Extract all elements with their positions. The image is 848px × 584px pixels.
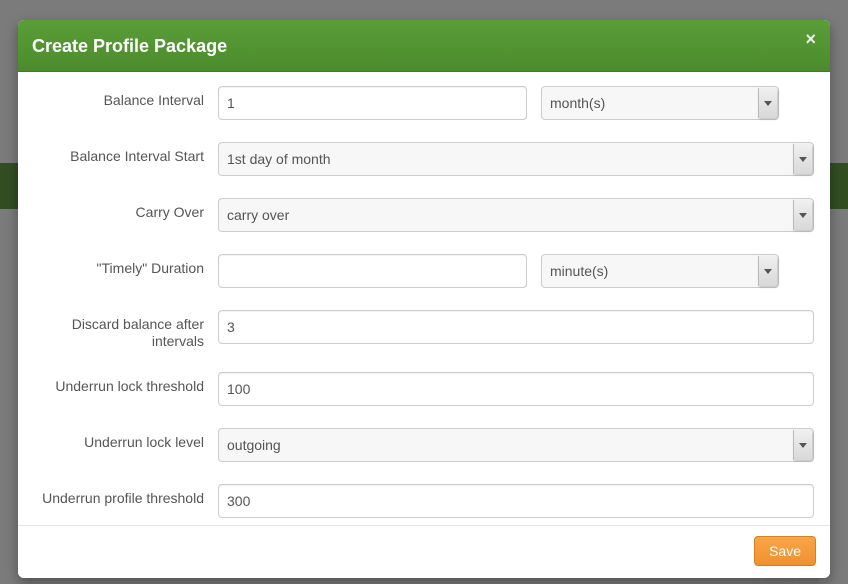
chevron-down-icon xyxy=(764,101,772,106)
timely-duration-input[interactable] xyxy=(218,254,527,288)
balance-interval-unit-select[interactable]: month(s) xyxy=(541,86,779,120)
modal-title: Create Profile Package xyxy=(32,36,812,57)
label-underrun-lock-level: Underrun lock level xyxy=(34,428,218,451)
modal-body[interactable]: Balance Interval month(s) Balance Interv… xyxy=(18,72,830,525)
close-icon[interactable]: × xyxy=(805,30,816,48)
carry-over-value: carry over xyxy=(227,207,289,223)
modal-footer: Save xyxy=(18,525,830,578)
balance-interval-start-select[interactable]: 1st day of month xyxy=(218,142,814,176)
balance-interval-start-value: 1st day of month xyxy=(227,151,331,167)
chevron-down-icon xyxy=(799,213,807,218)
row-balance-interval-start: Balance Interval Start 1st day of month xyxy=(34,142,814,176)
chevron-down-icon xyxy=(799,157,807,162)
create-profile-package-modal: Create Profile Package × Balance Interva… xyxy=(18,20,830,578)
row-underrun-lock-level: Underrun lock level outgoing xyxy=(34,428,814,462)
label-discard-after: Discard balance after intervals xyxy=(34,310,218,350)
label-balance-interval: Balance Interval xyxy=(34,86,218,109)
row-balance-interval: Balance Interval month(s) xyxy=(34,86,814,120)
chevron-down-icon xyxy=(764,269,772,274)
row-underrun-lock-threshold: Underrun lock threshold xyxy=(34,372,814,406)
label-carry-over: Carry Over xyxy=(34,198,218,221)
label-balance-interval-start: Balance Interval Start xyxy=(34,142,218,165)
underrun-lock-level-select[interactable]: outgoing xyxy=(218,428,814,462)
label-timely-duration: "Timely" Duration xyxy=(34,254,218,277)
timely-duration-unit-value: minute(s) xyxy=(550,263,608,279)
label-underrun-lock-threshold: Underrun lock threshold xyxy=(34,372,218,395)
underrun-lock-threshold-input[interactable] xyxy=(218,372,814,406)
modal-header: Create Profile Package × xyxy=(18,20,830,72)
row-carry-over: Carry Over carry over xyxy=(34,198,814,232)
carry-over-select[interactable]: carry over xyxy=(218,198,814,232)
chevron-down-icon xyxy=(799,443,807,448)
row-discard-after: Discard balance after intervals xyxy=(34,310,814,350)
underrun-profile-threshold-input[interactable] xyxy=(218,484,814,518)
underrun-lock-level-value: outgoing xyxy=(227,437,281,453)
timely-duration-unit-select[interactable]: minute(s) xyxy=(541,254,779,288)
row-timely-duration: "Timely" Duration minute(s) xyxy=(34,254,814,288)
balance-interval-unit-value: month(s) xyxy=(550,95,605,111)
row-underrun-profile-threshold: Underrun profile threshold xyxy=(34,484,814,518)
discard-after-input[interactable] xyxy=(218,310,814,344)
balance-interval-input[interactable] xyxy=(218,86,527,120)
save-button[interactable]: Save xyxy=(754,536,816,566)
label-underrun-profile-threshold: Underrun profile threshold xyxy=(34,484,218,507)
